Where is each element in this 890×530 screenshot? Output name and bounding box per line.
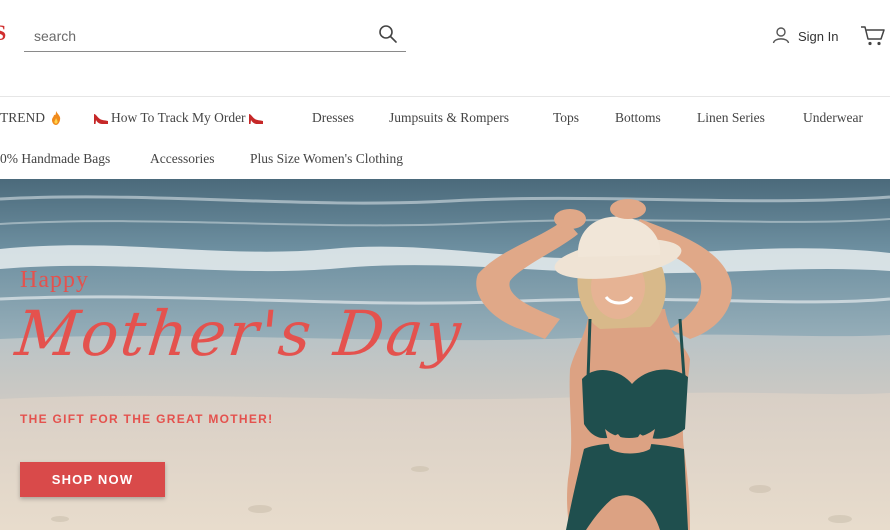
shop-now-button[interactable]: SHOP NOW bbox=[20, 462, 165, 497]
hero-banner[interactable]: Happy Mother's Day THE GIFT FOR THE GREA… bbox=[0, 179, 890, 530]
high-heel-icon bbox=[93, 112, 109, 125]
nav-item-track-order[interactable]: How To Track My Order bbox=[93, 110, 264, 126]
nav-item-plus-size[interactable]: Plus Size Women's Clothing bbox=[250, 151, 403, 167]
high-heel-icon bbox=[248, 112, 264, 125]
nav-item-label: How To Track My Order bbox=[111, 110, 246, 125]
sign-in-link[interactable]: Sign In bbox=[772, 26, 838, 46]
hero-tagline: THE GIFT FOR THE GREAT MOTHER! bbox=[20, 412, 274, 426]
nav-item-handmade-bags[interactable]: 0% Handmade Bags bbox=[0, 151, 110, 167]
nav-item-tops[interactable]: Tops bbox=[553, 110, 579, 126]
search-bar bbox=[24, 19, 406, 52]
nav-item-jumpsuits-rompers[interactable]: Jumpsuits & Rompers bbox=[389, 110, 509, 126]
hero-heading-small: Happy bbox=[20, 267, 89, 293]
logo-mark: S bbox=[0, 20, 7, 45]
main-navigation: TREND How To Track My Order Dresses Jump… bbox=[0, 97, 890, 179]
cart-icon[interactable] bbox=[860, 25, 886, 47]
nav-item-linen-series[interactable]: Linen Series bbox=[697, 110, 765, 126]
nav-item-label: TREND bbox=[0, 110, 45, 125]
hero-heading: Mother's Day bbox=[12, 297, 467, 370]
sign-in-label: Sign In bbox=[798, 28, 839, 44]
nav-item-trend[interactable]: TREND bbox=[0, 110, 61, 126]
search-icon[interactable] bbox=[378, 24, 398, 44]
search-input[interactable] bbox=[32, 25, 366, 47]
flame-icon bbox=[51, 111, 61, 125]
nav-item-underwear[interactable]: Underwear bbox=[803, 110, 863, 126]
site-header: S T. Sign In bbox=[0, 0, 890, 96]
user-icon bbox=[772, 26, 790, 47]
nav-item-dresses[interactable]: Dresses bbox=[312, 110, 354, 126]
brand-logo[interactable]: S T. bbox=[0, 20, 8, 53]
nav-item-accessories[interactable]: Accessories bbox=[150, 151, 214, 167]
nav-item-bottoms[interactable]: Bottoms bbox=[615, 110, 661, 126]
